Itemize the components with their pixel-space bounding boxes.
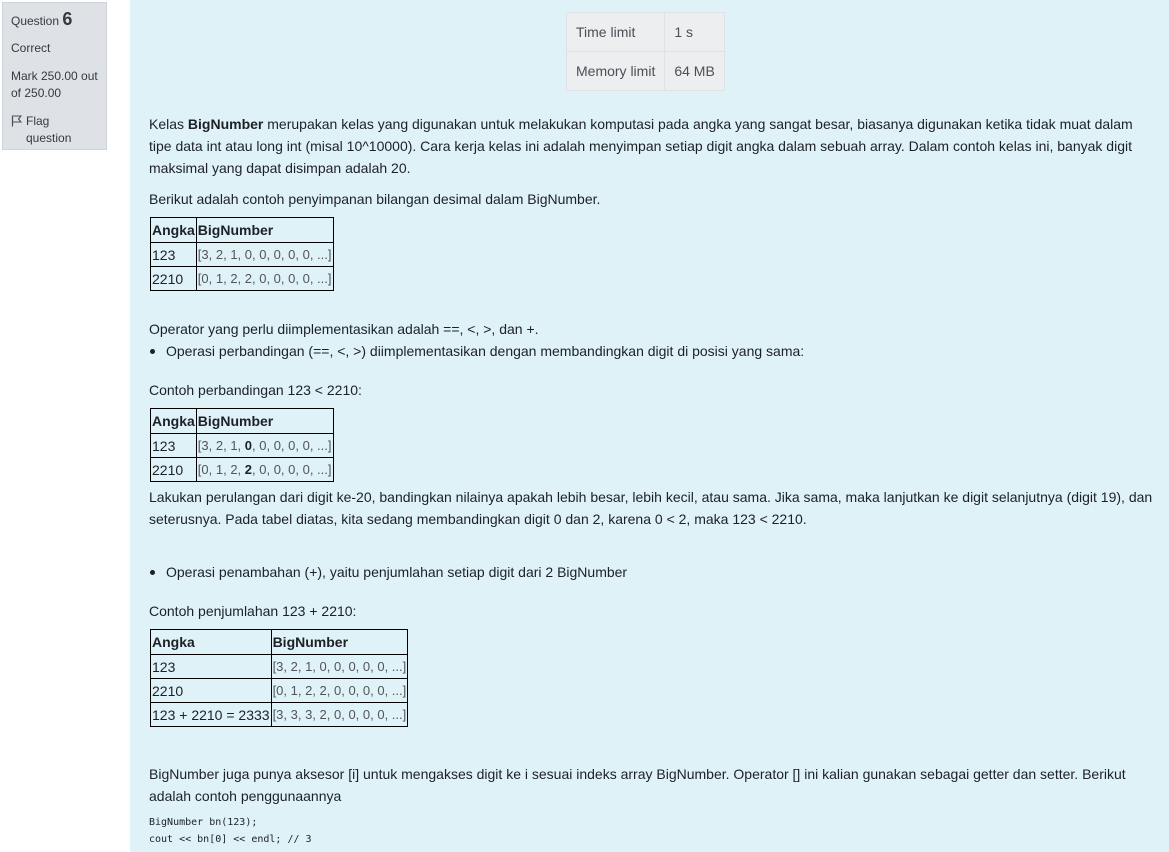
cell-bignumber: [3, 3, 3, 2, 0, 0, 0, 0, ...] xyxy=(270,702,409,727)
table-header-row: Angka BigNumber xyxy=(150,408,334,434)
memory-limit-value: 64 MB xyxy=(664,51,725,91)
cell-angka: 123 xyxy=(150,242,197,267)
bullet-dot xyxy=(150,348,155,354)
bullet-add: Operasi penambahan (+), yaitu penjumlaha… xyxy=(149,561,627,583)
header-bignumber: BigNumber xyxy=(195,217,334,243)
bullet-compare-text: Operasi perbandingan (==, <, >) diimplem… xyxy=(166,343,805,359)
cell-angka: 123 xyxy=(150,433,197,458)
intro-bold: BigNumber xyxy=(187,116,264,132)
table-row: 123 [3, 2, 1, 0, 0, 0, 0, 0, ...] xyxy=(150,242,334,267)
flag-icon xyxy=(11,115,22,127)
cell-pre: [0, 1, 2, xyxy=(197,462,245,477)
add-example: Contoh penjumlahan 123 + 2210: xyxy=(149,603,357,619)
cell-bignumber: [3, 2, 1, 0, 0, 0, 0, 0, ...] xyxy=(195,433,334,458)
cell-bignumber: [3, 2, 1, 0, 0, 0, 0, 0, ...] xyxy=(195,242,334,267)
flag-question-link[interactable]: Flag question xyxy=(11,113,98,147)
table-row: 2210 [0, 1, 2, 2, 0, 0, 0, 0, ...] xyxy=(150,678,409,703)
cell-post: , 0, 0, 0, 0, ...] xyxy=(252,438,332,453)
code-line: cout << bn[0] << endl; // 3 xyxy=(149,834,312,845)
question-heading: Question 6 xyxy=(11,9,98,30)
header-angka: Angka xyxy=(150,629,272,655)
cell-angka: 123 + 2210 = 2333 xyxy=(150,702,272,727)
cell-angka: 2210 xyxy=(150,457,197,482)
flag-question-label: Flag question xyxy=(26,114,72,145)
cell-post: , 0, 0, 0, 0, ...] xyxy=(252,462,332,477)
cell-angka: 123 xyxy=(150,654,272,679)
time-limit-label: Time limit xyxy=(565,12,666,52)
question-mark: Mark 250.00 out of 250.00 xyxy=(11,69,98,100)
table-row: 123 + 2210 = 2333 [3, 3, 3, 2, 0, 0, 0, … xyxy=(150,702,409,727)
question-number: 6 xyxy=(62,9,73,29)
question-status: Correct xyxy=(11,41,51,55)
table-row: 123 [3, 2, 1, 0, 0, 0, 0, 0, ...] xyxy=(150,433,334,458)
cell-bold: 2 xyxy=(244,462,253,477)
question-content: Time limit 1 s Memory limit 64 MB Kelas … xyxy=(130,0,1169,852)
intro-post: merupakan kelas yang digunakan untuk mel… xyxy=(149,116,1133,176)
compare-example: Contoh perbandingan 123 < 2210: xyxy=(149,382,362,398)
question-info-panel: Question 6 Correct Mark 250.00 out of 25… xyxy=(2,2,107,150)
time-limit-value: 1 s xyxy=(664,12,725,52)
code-line: BigNumber bn(123); xyxy=(149,817,258,828)
cell-angka: 2210 xyxy=(150,266,197,291)
header-bignumber: BigNumber xyxy=(195,408,334,434)
table-row: 2210 [0, 1, 2, 2, 0, 0, 0, 0, ...] xyxy=(150,457,334,482)
bullet-dot xyxy=(150,569,155,575)
header-angka: Angka xyxy=(150,217,197,243)
bullet-add-text: Operasi penambahan (+), yaitu penjumlaha… xyxy=(166,564,628,580)
operators-text: Operator yang perlu diimplementasikan ad… xyxy=(149,321,539,337)
bullet-compare: Operasi perbandingan (==, <, >) diimplem… xyxy=(149,340,804,362)
question-word: Question xyxy=(11,14,60,28)
compare-table: Angka BigNumber 123 [3, 2, 1, 0, 0, 0, 0… xyxy=(150,408,334,482)
cell-pre: [3, 2, 1, xyxy=(197,438,245,453)
storage-intro: Berikut adalah contoh penyimpanan bilang… xyxy=(149,191,601,207)
storage-table: Angka BigNumber 123 [3, 2, 1, 0, 0, 0, 0… xyxy=(150,217,334,291)
table-header-row: Angka BigNumber xyxy=(150,217,334,243)
cell-bignumber: [3, 2, 1, 0, 0, 0, 0, 0, ...] xyxy=(270,654,409,679)
accessor-paragraph: BigNumber juga punya aksesor [i] untuk m… xyxy=(149,766,1126,804)
table-row: 123 [3, 2, 1, 0, 0, 0, 0, 0, ...] xyxy=(150,654,409,679)
cell-bignumber: [0, 1, 2, 2, 0, 0, 0, 0, ...] xyxy=(270,678,409,703)
add-table: Angka BigNumber 123 [3, 2, 1, 0, 0, 0, 0… xyxy=(150,629,409,727)
intro-pre: Kelas xyxy=(149,116,188,132)
cell-bignumber: [0, 1, 2, 2, 0, 0, 0, 0, ...] xyxy=(195,457,334,482)
header-bignumber: BigNumber xyxy=(270,629,409,655)
cell-angka: 2210 xyxy=(150,678,272,703)
compare-explanation: Lakukan perulangan dari digit ke-20, ban… xyxy=(149,489,1153,527)
intro-paragraph: Kelas BigNumber merupakan kelas yang dig… xyxy=(149,113,1159,179)
table-header-row: Angka BigNumber xyxy=(150,629,409,655)
limit-row: Memory limit 64 MB xyxy=(565,51,725,91)
cell-bold: 0 xyxy=(244,438,253,453)
limit-row: Time limit 1 s xyxy=(565,12,725,52)
table-row: 2210 [0, 1, 2, 2, 0, 0, 0, 0, ...] xyxy=(150,266,334,291)
limits-table: Time limit 1 s Memory limit 64 MB xyxy=(565,12,725,91)
memory-limit-label: Memory limit xyxy=(565,51,666,91)
code-example: BigNumber bn(123); cout << bn[0] << endl… xyxy=(149,814,312,848)
cell-bignumber: [0, 1, 2, 2, 0, 0, 0, 0, ...] xyxy=(195,266,334,291)
header-angka: Angka xyxy=(150,408,197,434)
